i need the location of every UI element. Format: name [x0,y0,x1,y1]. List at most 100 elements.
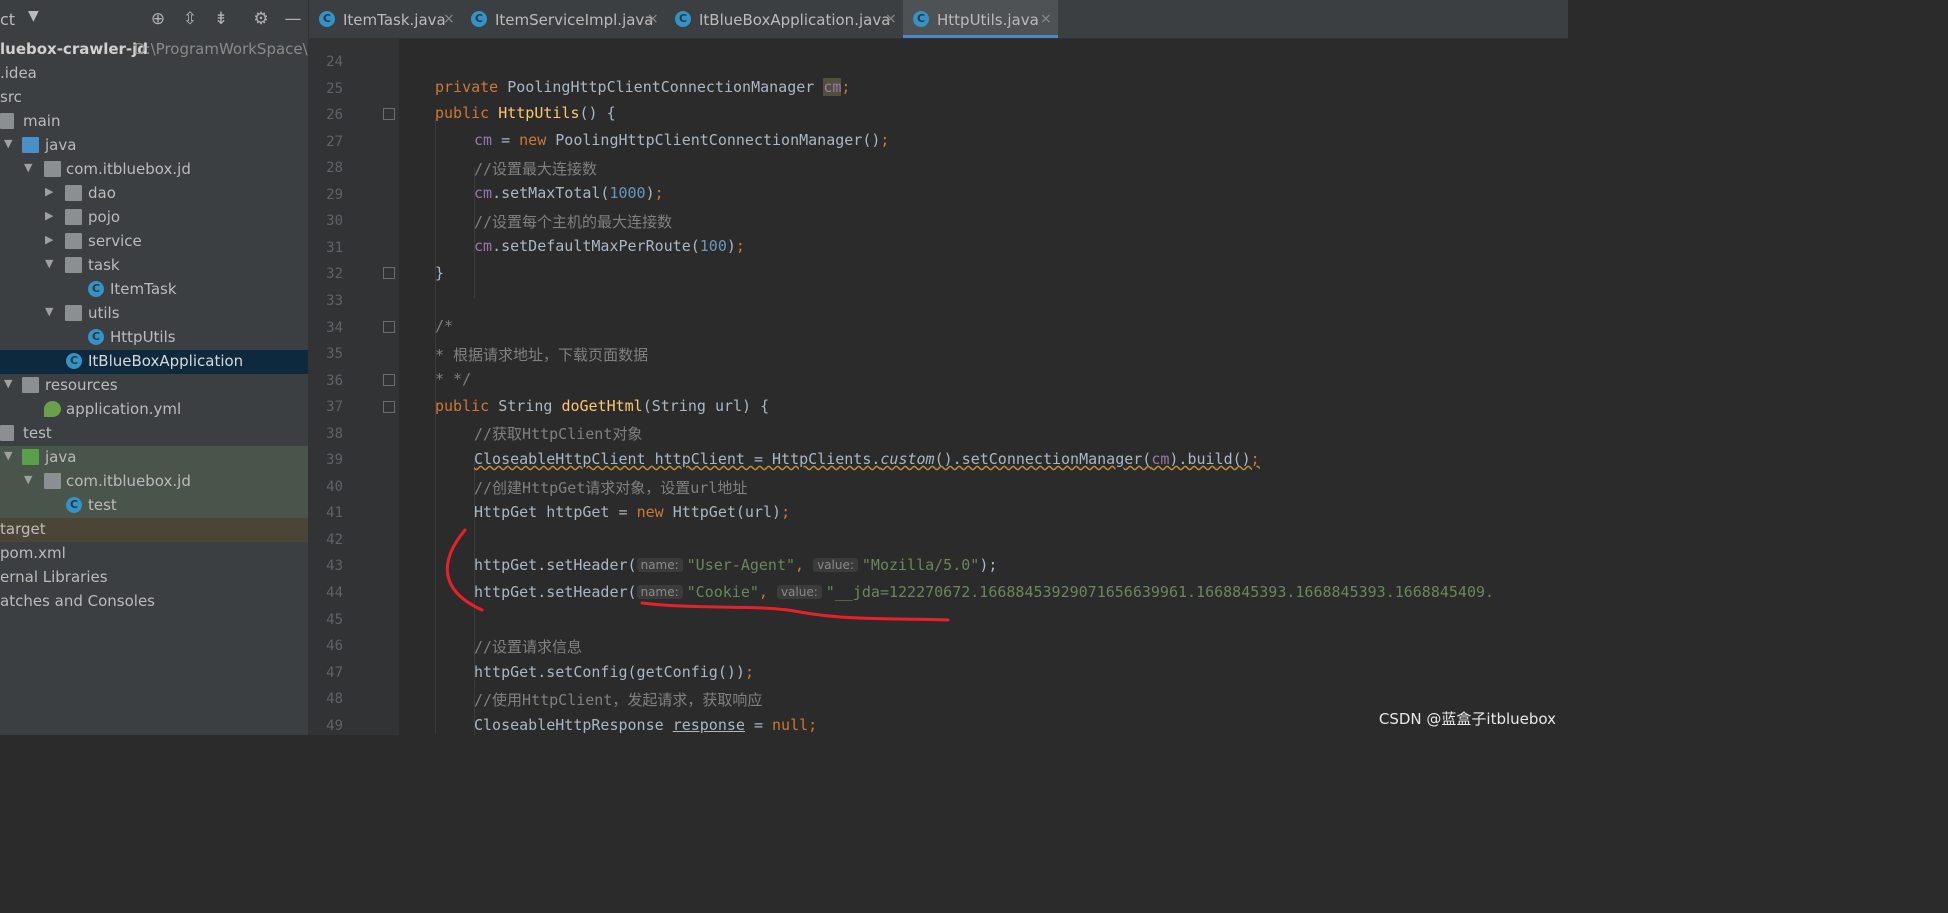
tab-itemtask[interactable]: C ItemTask.java × [309,0,461,38]
tab-httputils[interactable]: C HttpUtils.java × [903,0,1058,38]
close-icon[interactable]: × [647,11,659,27]
param-hint-value: value: [813,558,858,572]
collapse-all-icon[interactable]: ⇟ [210,8,232,30]
resources-folder-icon [22,377,39,393]
tree-item-itemtask[interactable]: C ItemTask [0,278,308,302]
tree-item-task[interactable]: ▼ task [0,254,308,278]
tree-item-java[interactable]: ▼ java [0,134,308,158]
tree-item-label: pojo [88,208,121,226]
tree-item-package[interactable]: ▼ com.itbluebox.jd [0,158,308,182]
source-folder-icon [22,137,39,153]
tree-item-test[interactable]: test [0,422,308,446]
fold-icon[interactable] [383,321,395,333]
close-icon[interactable]: × [885,11,897,27]
line-number: 30 [326,213,343,230]
package-icon [44,473,61,489]
tree-item-test-class[interactable]: C test [0,494,308,518]
line-number: 40 [326,478,343,495]
close-icon[interactable]: × [1040,11,1052,27]
code-line-32: } [435,264,445,282]
tree-item-target[interactable]: target [0,518,308,542]
line-number: 35 [326,346,343,363]
package-icon [65,305,82,321]
tree-item-src[interactable]: src [0,86,308,110]
code-line-49: CloseableHttpResponse response = null; [474,716,818,734]
tree-item-httputils[interactable]: C HttpUtils [0,326,308,350]
tree-item-main[interactable]: main [0,110,308,134]
fold-icon[interactable] [383,401,395,413]
minimize-icon[interactable]: — [282,8,304,30]
tree-item-label: pom.xml [0,544,66,562]
chevron-down-icon[interactable]: ▼ [4,449,16,465]
gear-icon[interactable]: ⚙ [250,8,272,30]
expand-all-icon[interactable]: ⇳ [179,8,201,30]
tree-item-dao[interactable]: ▶ dao [0,182,308,206]
tree-item-pom[interactable]: pom.xml [0,542,308,566]
tree-item-service[interactable]: ▶ service [0,230,308,254]
line-number: 39 [326,452,343,469]
line-number: 26 [326,107,343,124]
class-icon: C [88,329,104,345]
tree-item-path: D:\ProgramWorkSpace\ID [134,40,309,58]
project-panel-header: ct ▼ ⊕ ⇳ ⇟ ⚙ — [0,0,308,38]
chevron-down-icon[interactable]: ▼ [45,305,57,321]
tree-item-idea[interactable]: .idea [0,62,308,86]
line-number: 25 [326,80,343,97]
tab-itblueboxapplication[interactable]: C ItBlueBoxApplication.java × [665,0,903,38]
tree-item-application-yml[interactable]: application.yml [0,398,308,422]
tree-item-pojo[interactable]: ▶ pojo [0,206,308,230]
test-class-icon: C [66,497,82,513]
code-line-44: httpGet.setHeader(name: "Cookie", value: "… [474,583,1495,601]
package-icon [65,233,82,249]
tree-item-scratches[interactable]: atches and Consoles [0,590,308,614]
tree-item-label: task [88,256,120,274]
tree-item-test-java[interactable]: ▼ java [0,446,308,470]
chevron-down-icon[interactable]: ▼ [45,257,57,273]
param-hint-name: name: [636,585,683,599]
code-line-48: //使用HttpClient，发起请求，获取响应 [474,691,763,709]
chevron-down-icon[interactable]: ▼ [24,161,36,177]
project-panel-title[interactable]: ct [0,10,15,29]
tab-label: ItBlueBoxApplication.java [699,11,891,29]
yaml-file-icon [44,401,61,417]
line-number: 38 [326,425,343,442]
code-line-47: httpGet.setConfig(getConfig()); [474,663,754,681]
chevron-down-icon[interactable]: ▼ [24,473,36,489]
line-number: 29 [326,186,343,203]
chevron-down-icon[interactable]: ▼ [4,377,16,393]
code-editor[interactable]: private PoolingHttpClientConnectionManag… [399,38,1568,735]
tree-item-test-package[interactable]: ▼ com.itbluebox.jd [0,470,308,494]
code-line-25: private PoolingHttpClientConnectionManag… [435,78,851,96]
tab-itemserviceimpl[interactable]: C ItemServiceImpl.java × [461,0,665,38]
code-line-38: //获取HttpClient对象 [474,425,643,443]
locate-icon[interactable]: ⊕ [147,8,169,30]
fold-icon[interactable] [383,267,395,279]
code-line-37: public String doGetHtml(String url) { [435,397,770,415]
fold-icon[interactable] [383,374,395,386]
code-line-35: * 根据请求地址，下载页面数据 [435,346,649,364]
tree-item-label: atches and Consoles [0,592,155,610]
chevron-right-icon[interactable]: ▶ [45,185,57,201]
tree-item-utils[interactable]: ▼ utils [0,302,308,326]
tree-item-label: dao [88,184,116,202]
chevron-right-icon[interactable]: ▶ [45,233,57,249]
class-icon: C [319,11,335,27]
indent-guide [435,118,436,733]
line-number: 43 [326,558,343,575]
line-number: 33 [326,292,343,309]
tree-item-external-libraries[interactable]: ernal Libraries [0,566,308,590]
tree-item-application[interactable]: C ItBlueBoxApplication [0,350,308,374]
code-line-41: HttpGet httpGet = new HttpGet(url); [474,503,791,521]
code-line-30: //设置每个主机的最大连接数 [474,213,673,231]
chevron-right-icon[interactable]: ▶ [45,209,57,225]
code-line-36: * */ [435,370,472,388]
line-number: 42 [326,531,343,548]
chevron-down-icon[interactable]: ▼ [28,8,39,24]
tree-item-resources[interactable]: ▼ resources [0,374,308,398]
chevron-down-icon[interactable]: ▼ [4,137,16,153]
tree-item-project-root[interactable]: luebox-crawler-jd D:\ProgramWorkSpace\ID [0,38,308,62]
fold-icon[interactable] [383,108,395,120]
close-icon[interactable]: × [443,11,455,27]
code-line-27: cm = new PoolingHttpClientConnectionMana… [474,131,890,149]
line-number: 48 [326,691,343,708]
